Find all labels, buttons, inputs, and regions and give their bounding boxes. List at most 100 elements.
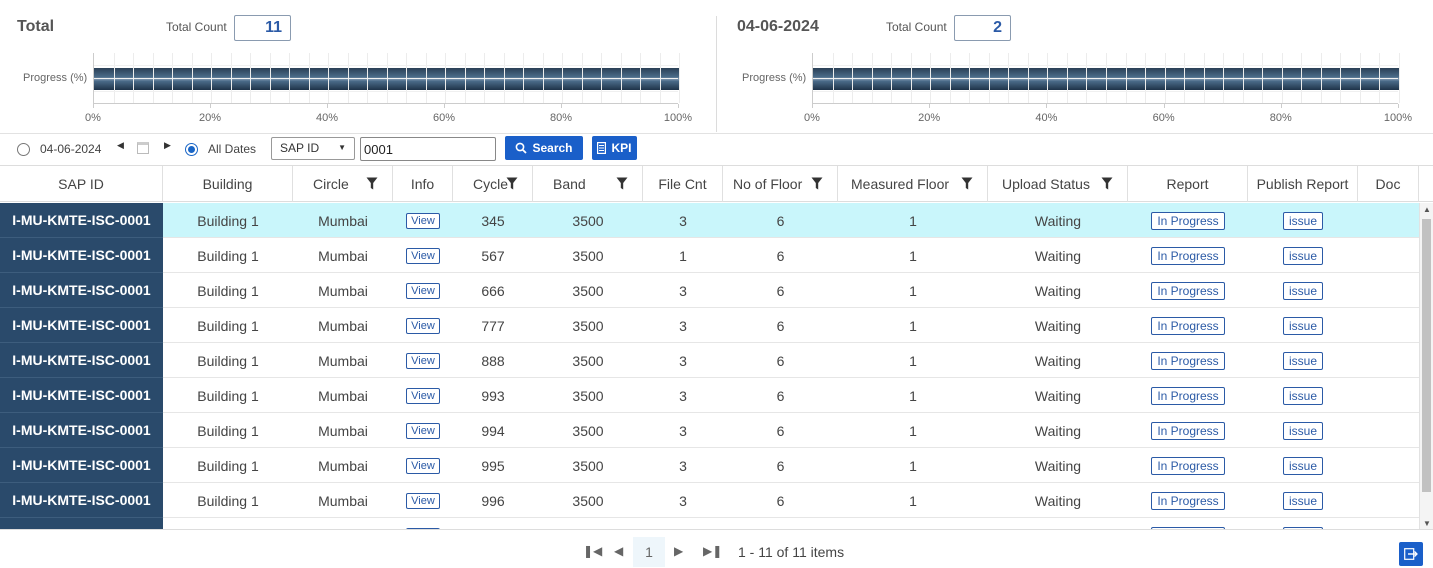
table-row[interactable]: I-MU-KMTE-ISC-0001 Building 1 Mumbai View 77…: [0, 308, 1419, 343]
table-row[interactable]: I-MU-KMTE-ISC-0001 Building 1 Mumbai View 66…: [0, 273, 1419, 308]
view-button[interactable]: View: [406, 492, 440, 509]
view-button[interactable]: View: [406, 352, 440, 369]
column-header-label: No of Floor: [733, 176, 803, 192]
view-button[interactable]: View: [406, 212, 440, 229]
cell-circle: Mumbai: [293, 518, 393, 530]
column-header-upload-status[interactable]: Upload Status: [988, 166, 1128, 202]
publish-report-button[interactable]: issue: [1282, 491, 1323, 510]
column-header-info[interactable]: Info: [393, 166, 453, 202]
column-header-label: SAP ID: [58, 176, 104, 192]
cell-building: Building 1: [163, 518, 293, 530]
report-status-button[interactable]: In Progress: [1151, 351, 1225, 370]
cell-publish-report: issue: [1248, 238, 1358, 273]
column-header-publish-report[interactable]: Publish Report: [1248, 166, 1358, 202]
view-button[interactable]: View: [406, 387, 440, 404]
cell-upload-status: Waiting: [988, 518, 1128, 530]
funnel-icon[interactable]: [366, 177, 378, 193]
view-button[interactable]: View: [406, 317, 440, 334]
next-page-icon[interactable]: ▶: [674, 544, 683, 558]
cell-sap-id: I-MU-KMTE-ISC-0001: [0, 308, 163, 343]
publish-report-button[interactable]: issue: [1282, 421, 1323, 440]
all-dates-radio[interactable]: [185, 143, 198, 156]
axis-tick-mark: [1163, 104, 1165, 108]
calendar-icon[interactable]: [137, 142, 149, 154]
axis-tick-mark: [812, 104, 813, 108]
view-button[interactable]: View: [406, 282, 440, 299]
cell-file-cnt: 3: [679, 387, 687, 404]
cell-upload-status: Waiting: [1034, 422, 1082, 439]
table-row[interactable]: I-MU-KMTE-ISC-0001Building 1MumbaiView99…: [0, 448, 1419, 483]
table-row[interactable]: I-MU-KMTE-ISC-0001 Building 1 Mumbai View 56…: [0, 238, 1419, 273]
report-status-button[interactable]: In Progress: [1151, 316, 1225, 335]
funnel-icon[interactable]: [506, 177, 518, 193]
axis-tick-label: 20%: [198, 112, 222, 124]
cell-cycle: 345: [481, 212, 505, 229]
scroll-up-icon[interactable]: ▲: [1423, 205, 1431, 214]
cell-band: 3500: [572, 282, 604, 299]
column-header-building[interactable]: Building: [163, 166, 293, 202]
column-header-sap-id[interactable]: SAP ID: [0, 166, 163, 202]
search-button[interactable]: Search: [505, 136, 583, 160]
axis-tick-mark: [210, 104, 211, 108]
table-row[interactable]: I-MU-KMTE-ISC-0001 Building 1 Mumbai View 88…: [0, 343, 1419, 378]
view-button[interactable]: View: [406, 247, 440, 264]
funnel-icon[interactable]: [1101, 177, 1113, 193]
report-status-button[interactable]: In Progress: [1151, 421, 1225, 440]
view-button[interactable]: View: [406, 457, 440, 474]
cell-no-of-floor: 6: [776, 492, 785, 509]
date-title: 04-06-2024: [737, 18, 819, 35]
field-select[interactable]: SAP ID ▼: [271, 137, 355, 160]
funnel-icon[interactable]: [811, 177, 823, 193]
publish-report-button[interactable]: issue: [1282, 246, 1323, 265]
view-button[interactable]: View: [406, 422, 440, 439]
table-row[interactable]: I-MU-KMTE-ISC-0001 Building 1 Mumbai View 34…: [0, 203, 1419, 238]
filter-bar: 04-06-2024 ◀ ▶ All Dates SAP ID ▼ Search…: [0, 133, 1433, 165]
publish-report-button[interactable]: issue: [1282, 281, 1323, 300]
funnel-icon[interactable]: [961, 177, 973, 193]
scroll-down-icon[interactable]: ▼: [1423, 519, 1431, 528]
scrollbar-thumb[interactable]: [1422, 219, 1431, 492]
cell-measured-floor: 1: [909, 247, 917, 264]
search-input[interactable]: [360, 137, 496, 161]
column-header-no-of-floor[interactable]: No of Floor: [723, 166, 838, 202]
cell-cycle: 994: [481, 422, 505, 439]
report-status-button[interactable]: In Progress: [1151, 456, 1225, 475]
column-header-circle[interactable]: Circle: [293, 166, 393, 202]
prev-page-icon[interactable]: ◀: [614, 544, 623, 558]
cell-sap-id: I-MU-KMTE-ISC-0001: [0, 483, 163, 518]
column-header-cycle[interactable]: Cycle: [453, 166, 533, 202]
current-page[interactable]: 1: [633, 537, 665, 567]
progress-label: Progress (%): [23, 72, 88, 84]
report-status-button[interactable]: In Progress: [1151, 386, 1225, 405]
prev-date-icon[interactable]: ◀: [117, 140, 124, 151]
publish-report-button[interactable]: issue: [1282, 386, 1323, 405]
report-status-button[interactable]: In Progress: [1151, 246, 1225, 265]
publish-report-button[interactable]: issue: [1282, 316, 1323, 335]
report-status-button[interactable]: In Progress: [1151, 491, 1225, 510]
column-header-measured-floor[interactable]: Measured Floor: [838, 166, 988, 202]
vertical-scrollbar[interactable]: ▲ ▼: [1419, 203, 1433, 529]
first-page-icon[interactable]: ❚◀: [583, 544, 602, 558]
cell-doc: [1358, 238, 1419, 273]
column-header-file-cnt[interactable]: File Cnt: [643, 166, 723, 202]
cell-building: Building 1: [197, 317, 259, 334]
table-row[interactable]: I-MU-KMTE-ISC-0001Building 1MumbaiView99…: [0, 378, 1419, 413]
report-status-button[interactable]: In Progress: [1151, 211, 1225, 230]
column-header-doc[interactable]: Doc: [1358, 166, 1419, 202]
progress-chart: [812, 53, 1400, 104]
table-row[interactable]: I-MU-KMTE-ISC-0001Building 1MumbaiView99…: [0, 483, 1419, 518]
publish-report-button[interactable]: issue: [1282, 211, 1323, 230]
report-status-button[interactable]: In Progress: [1151, 281, 1225, 300]
publish-report-button[interactable]: issue: [1282, 456, 1323, 475]
column-header-band[interactable]: Band: [533, 166, 643, 202]
column-header-report[interactable]: Report: [1128, 166, 1248, 202]
publish-report-button[interactable]: issue: [1282, 351, 1323, 370]
funnel-icon[interactable]: [616, 177, 628, 193]
last-page-icon[interactable]: ▶❚: [703, 544, 722, 558]
date-radio[interactable]: [17, 143, 30, 156]
table-row[interactable]: I-MU-KMTE-ISC-0001Building 1MumbaiView99…: [0, 518, 1419, 529]
kpi-button[interactable]: KPI: [592, 136, 637, 160]
table-row[interactable]: I-MU-KMTE-ISC-0001Building 1MumbaiView99…: [0, 413, 1419, 448]
export-button[interactable]: [1399, 542, 1423, 566]
next-date-icon[interactable]: ▶: [164, 140, 171, 151]
